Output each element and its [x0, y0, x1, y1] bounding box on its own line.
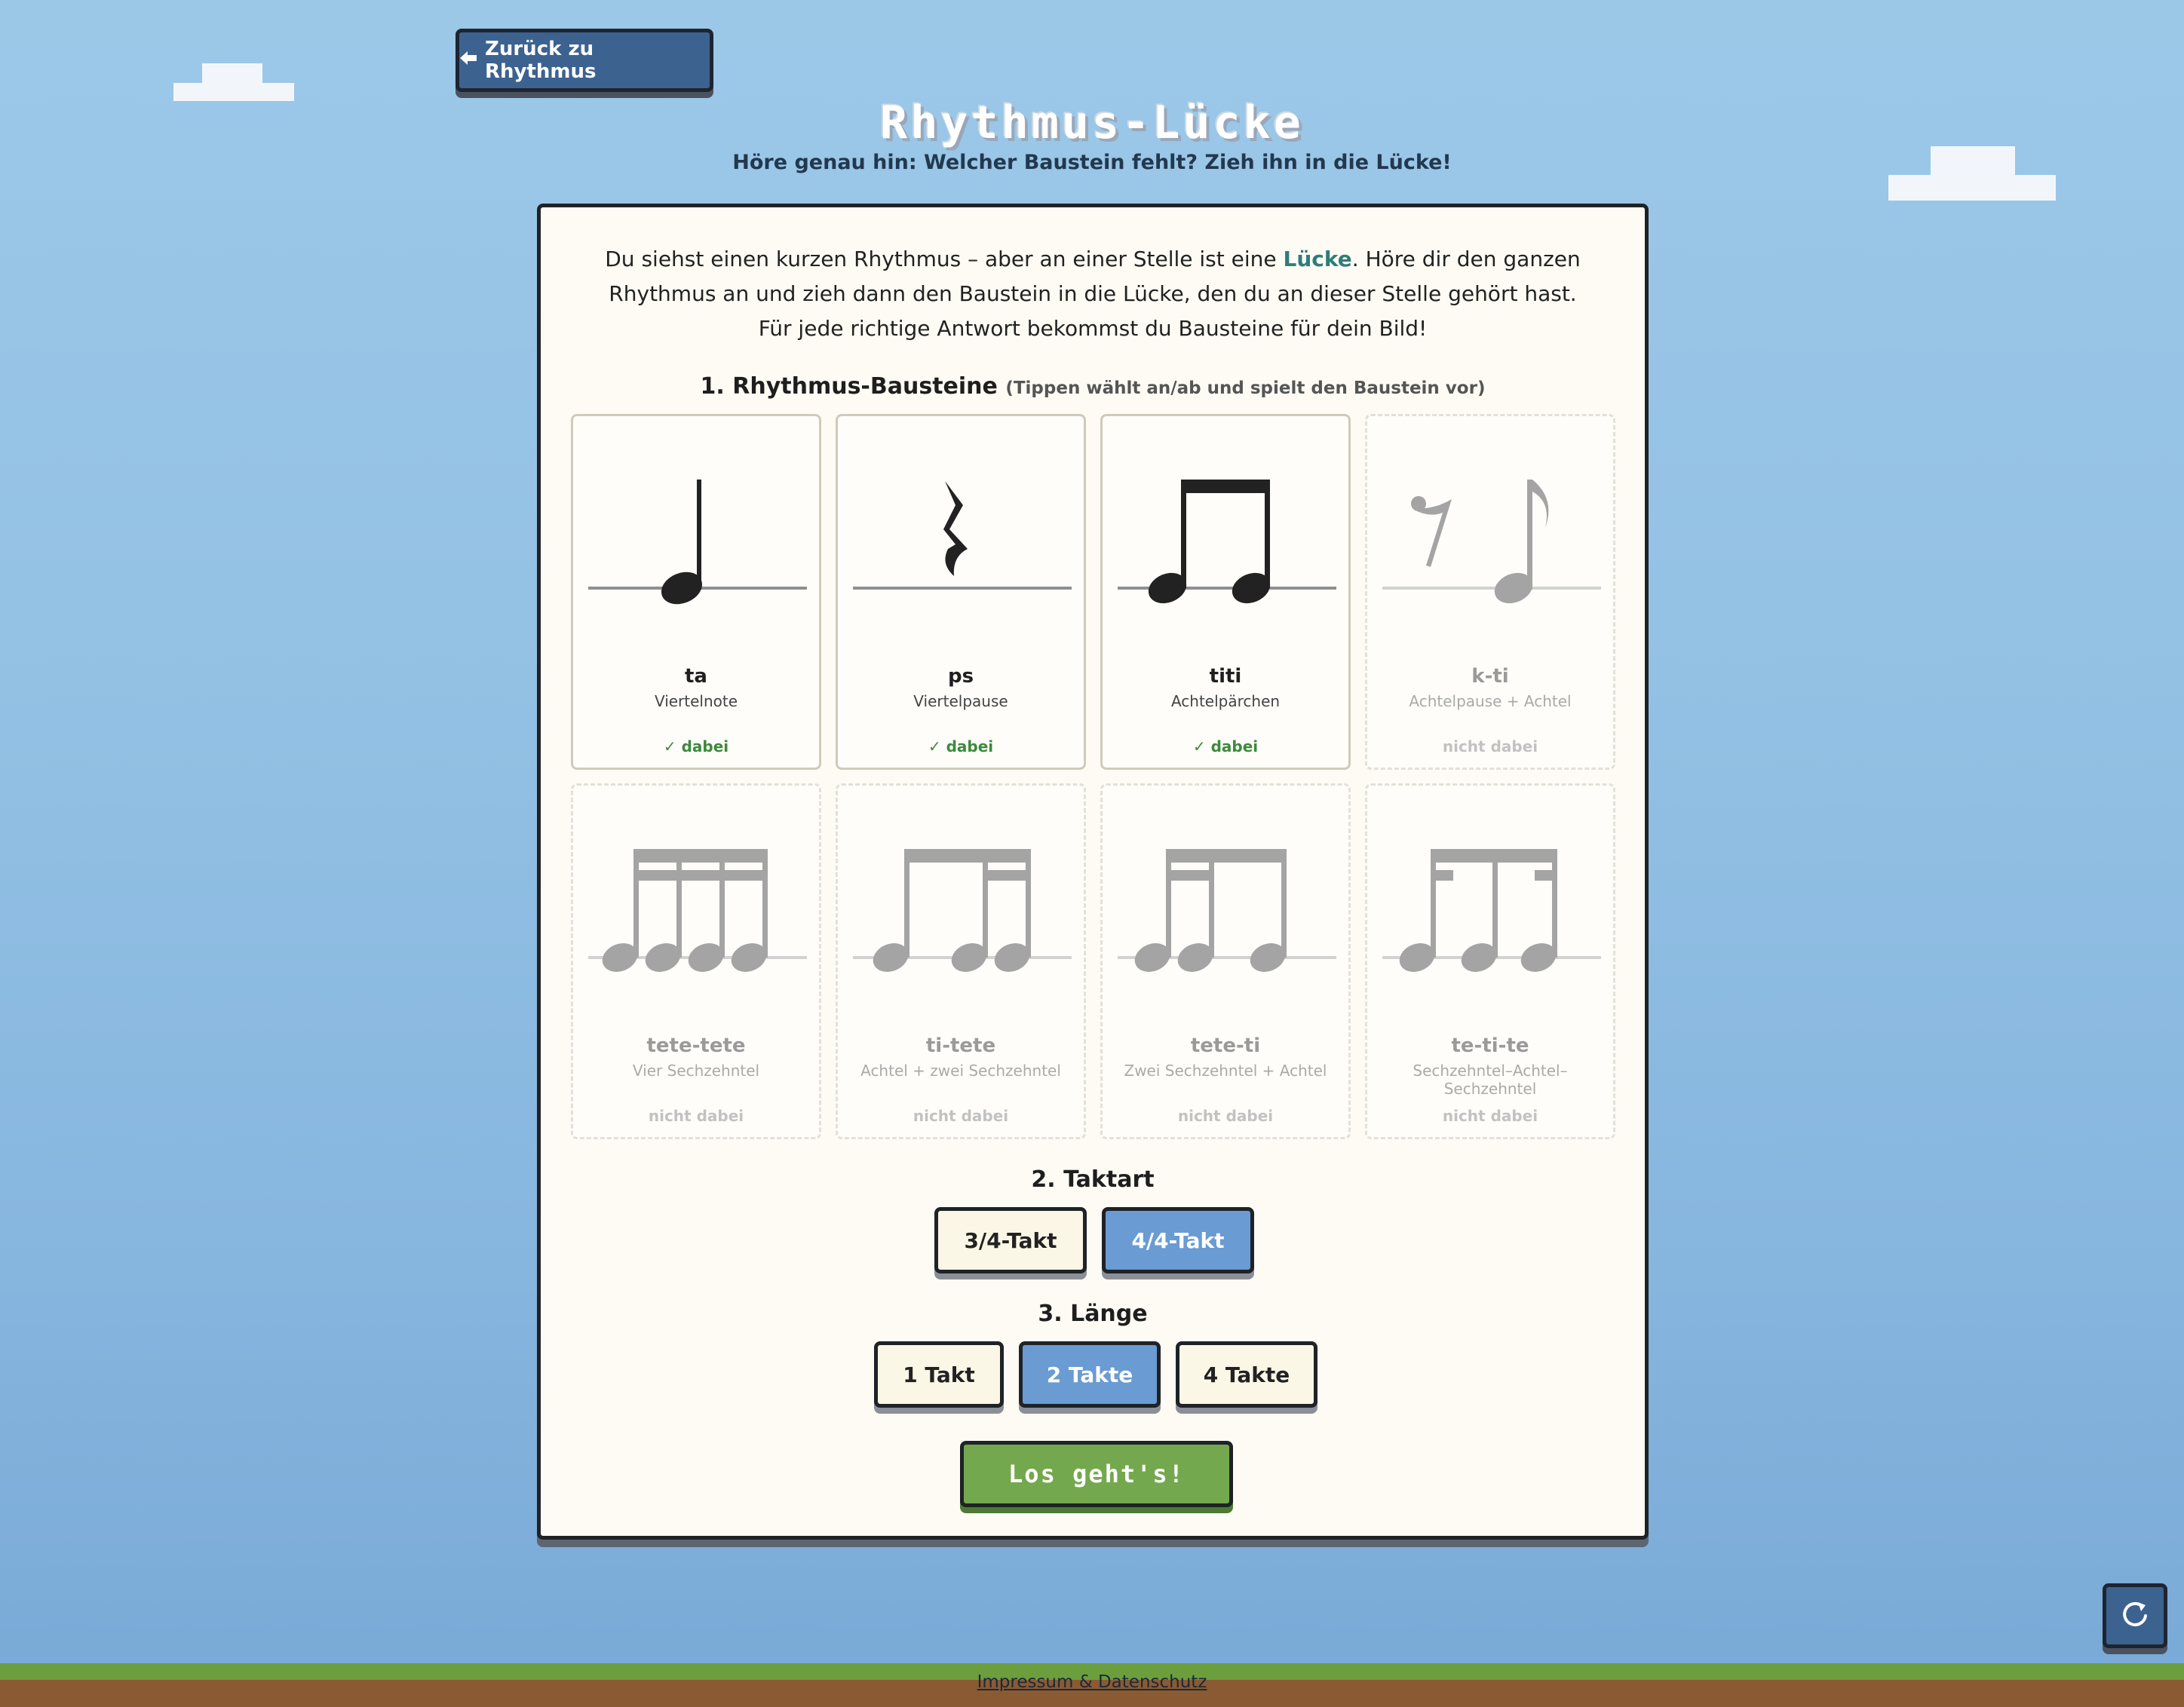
settings-card: Du siehst einen kurzen Rhythmus – aber a… — [537, 204, 1649, 1540]
tile-status: nicht dabei — [648, 1107, 744, 1125]
laenge-2-takte-button[interactable]: 2 Takte — [1019, 1341, 1161, 1408]
quarter-rest-icon — [853, 481, 1072, 590]
tile-name: ti-tete — [925, 1034, 996, 1057]
impressum-link[interactable]: Impressum & Datenschutz — [0, 1672, 2184, 1692]
taktart-3-4-button[interactable]: 3/4-Takt — [934, 1207, 1087, 1273]
arrow-left-icon — [459, 49, 477, 72]
laenge-4-takte-button[interactable]: 4 Takte — [1176, 1341, 1317, 1408]
back-button-label: Zurück zu Rhythmus — [485, 38, 597, 83]
tile-status: nicht dabei — [1442, 737, 1538, 755]
bausteine-hint: (Tippen wählt an/ab und spielt den Baust… — [1005, 378, 1486, 398]
intro-text: Du siehst einen kurzen Rhythmus – aber a… — [605, 247, 1581, 341]
eighth-pair-icon — [1118, 480, 1336, 604]
tile-te-ti-te[interactable]: te-ti-te Sechzehntel–Achtel–Sechzehntel … — [1365, 783, 1615, 1139]
tile-status: nicht dabei — [1177, 1107, 1274, 1125]
tile-subtitle: Viertelpause — [913, 692, 1008, 710]
tile-status: ✓ dabei — [928, 737, 994, 755]
tile-subtitle: Viertelnote — [654, 692, 738, 710]
tile-subtitle: Sechzehntel–Achtel–Sechzehntel — [1413, 1062, 1568, 1098]
tile-name: tete-ti — [1190, 1034, 1261, 1057]
tile-ta[interactable]: ta Viertelnote ✓ dabei — [571, 414, 821, 770]
tile-status: nicht dabei — [1442, 1107, 1538, 1125]
taktart-heading: 2. Taktart — [1031, 1166, 1155, 1193]
cloud-right-base — [1888, 175, 2056, 201]
four-sixteenths-icon — [588, 849, 807, 972]
bausteine-heading: 1. Rhythmus-Bausteine (Tippen wählt an/a… — [700, 373, 1486, 400]
page-subtitle: Höre genau hin: Welcher Baustein fehlt? … — [732, 151, 1452, 174]
taktart-4-4-button[interactable]: 4/4-Takt — [1102, 1207, 1254, 1273]
two-sixteenths-eighth-icon — [1118, 849, 1336, 972]
tile-name: titi — [1209, 665, 1242, 688]
start-button[interactable]: Los geht's! — [960, 1441, 1233, 1507]
eighth-rest-eighth-icon — [1382, 480, 1601, 604]
tile-subtitle: Zwei Sechzehntel + Achtel — [1124, 1062, 1327, 1080]
laenge-1-takt-button[interactable]: 1 Takt — [874, 1341, 1004, 1408]
tile-name: te-ti-te — [1451, 1034, 1529, 1057]
tile-name: k-ti — [1471, 665, 1509, 688]
tile-status: nicht dabei — [913, 1107, 1009, 1125]
tile-subtitle: Achtelpärchen — [1170, 692, 1281, 710]
tile-status: ✓ dabei — [1192, 737, 1259, 755]
tile-subtitle: Achtel + zwei Sechzehntel — [860, 1062, 1061, 1080]
tile-ps[interactable]: ps Viertelpause ✓ dabei — [836, 414, 1086, 770]
tile-name: ps — [947, 665, 974, 688]
tile-subtitle: Vier Sechzehntel — [632, 1062, 760, 1080]
reload-icon — [2120, 1599, 2150, 1632]
tile-ti-tete[interactable]: ti-tete Achtel + zwei Sechzehntel nicht … — [836, 783, 1086, 1139]
reload-button[interactable] — [2103, 1583, 2167, 1648]
tile-status: ✓ dabei — [663, 737, 729, 755]
intro-highlight: Lücke — [1283, 247, 1352, 271]
tile-subtitle: Achtelpause + Achtel — [1409, 692, 1572, 710]
tile-name: ta — [685, 665, 707, 688]
cloud-left — [202, 63, 262, 83]
sixteenth-eighth-sixteenth-icon — [1382, 849, 1601, 972]
page-title: Rhythmus-Lücke — [880, 97, 1304, 149]
back-to-rhythmus-button[interactable]: Zurück zu Rhythmus — [456, 29, 713, 92]
tile-titi[interactable]: titi Achtelpärchen ✓ dabei — [1100, 414, 1351, 770]
laenge-heading: 3. Länge — [1038, 1301, 1148, 1327]
tile-tete-tete[interactable]: tete-tete Vier Sechzehntel nicht dabei — [571, 783, 821, 1139]
tile-k-ti[interactable]: k-ti Achtelpause + Achtel nicht dabei — [1365, 414, 1615, 770]
eighth-two-sixteenths-icon — [853, 849, 1072, 972]
quarter-note-icon — [588, 480, 807, 605]
tile-tete-ti[interactable]: tete-ti Zwei Sechzehntel + Achtel nicht … — [1100, 783, 1351, 1139]
tile-name: tete-tete — [646, 1034, 746, 1057]
